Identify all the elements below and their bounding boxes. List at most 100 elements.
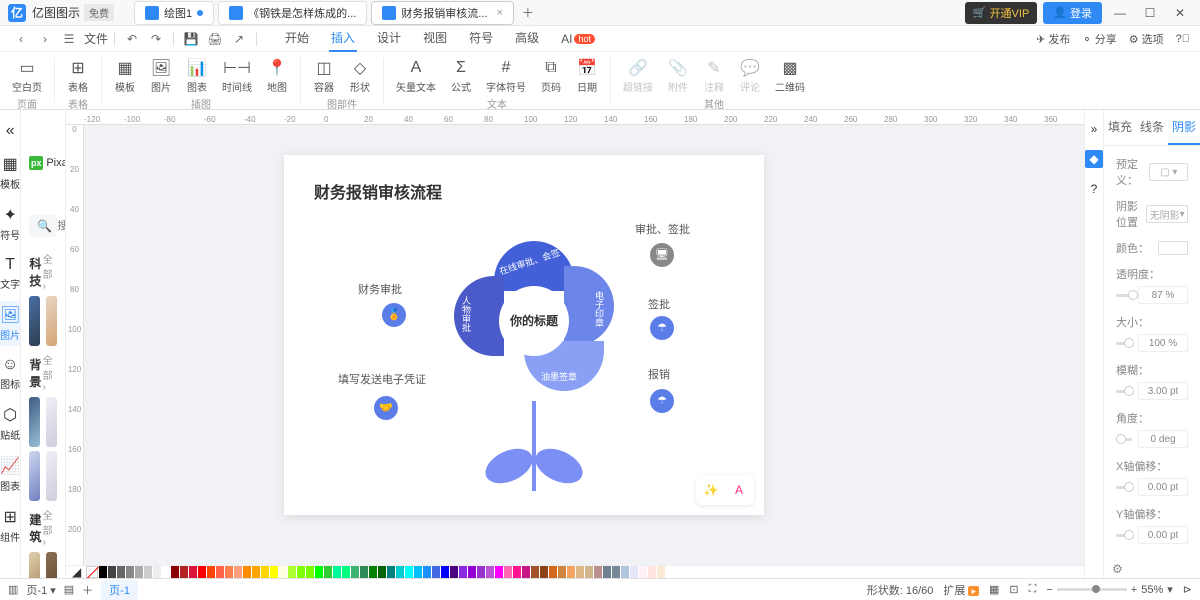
rail-sticker[interactable]: ⬡贴纸 xyxy=(0,401,20,446)
color-swatch[interactable] xyxy=(153,566,161,578)
ribbon-chart[interactable]: 📊图表 xyxy=(180,56,214,96)
color-swatch[interactable] xyxy=(108,566,116,578)
color-swatch[interactable] xyxy=(594,566,602,578)
publish-button[interactable]: ✈ 发布 xyxy=(1036,31,1070,47)
color-swatch[interactable] xyxy=(243,566,251,578)
print-button[interactable]: 🖨 xyxy=(204,28,226,50)
search-input[interactable] xyxy=(57,220,66,232)
color-swatch[interactable] xyxy=(432,566,440,578)
color-swatch[interactable] xyxy=(486,566,494,578)
magic-button[interactable]: ✨ xyxy=(700,479,722,501)
color-swatch[interactable] xyxy=(351,566,359,578)
angle-slider[interactable] xyxy=(1116,438,1132,441)
menu-tab-ai[interactable]: AIhot xyxy=(559,25,597,52)
pixabay-source[interactable]: pxPixabay® xyxy=(29,156,66,170)
vip-button[interactable]: 🛒 开通VIP xyxy=(965,2,1037,24)
fullscreen-icon[interactable]: ⛶ xyxy=(1029,583,1037,596)
xoffset-slider[interactable] xyxy=(1116,486,1132,489)
color-swatch[interactable] xyxy=(135,566,143,578)
ai-button[interactable]: A xyxy=(728,479,750,501)
view-all-button[interactable]: 全部 › xyxy=(43,507,57,548)
image-thumb[interactable] xyxy=(29,552,40,578)
color-swatch[interactable] xyxy=(459,566,467,578)
color-swatch[interactable] xyxy=(621,566,629,578)
rp-tab-shadow[interactable]: 阴影 xyxy=(1168,110,1200,145)
style-button[interactable]: ◆ xyxy=(1085,150,1103,168)
ring-segment[interactable] xyxy=(564,266,614,346)
save-button[interactable]: 💾 xyxy=(180,28,202,50)
ribbon-attachment[interactable]: 📎附件 xyxy=(661,56,695,96)
fit-icon[interactable]: ⊡ xyxy=(1009,583,1018,596)
add-page-button[interactable]: ＋ xyxy=(82,582,93,598)
color-swatch[interactable] xyxy=(576,566,584,578)
yoffset-slider[interactable] xyxy=(1116,534,1132,537)
zoom-slider[interactable] xyxy=(1057,588,1127,591)
color-swatch[interactable] xyxy=(171,566,179,578)
image-thumb[interactable] xyxy=(29,397,40,447)
back-button[interactable]: ‹ xyxy=(10,28,32,50)
image-thumb[interactable] xyxy=(46,296,57,346)
color-swatch[interactable] xyxy=(369,566,377,578)
color-swatch[interactable] xyxy=(288,566,296,578)
color-swatch[interactable] xyxy=(360,566,368,578)
search-box[interactable]: 🔍 xyxy=(29,215,57,237)
ribbon-formula[interactable]: Σ公式 xyxy=(444,56,478,96)
ribbon-hyperlink[interactable]: 🔗超链接 xyxy=(617,56,659,96)
redo-button[interactable]: ↷ xyxy=(145,28,167,50)
color-swatch[interactable] xyxy=(207,566,215,578)
color-swatch[interactable] xyxy=(306,566,314,578)
zoom-out-button[interactable]: − xyxy=(1046,584,1052,596)
color-swatch[interactable] xyxy=(657,566,665,578)
color-swatch[interactable] xyxy=(99,566,107,578)
size-slider[interactable] xyxy=(1116,342,1132,345)
color-swatch[interactable] xyxy=(450,566,458,578)
file-menu[interactable]: 文件 xyxy=(84,30,108,47)
file-tab-active[interactable]: 财务报销审核流...× xyxy=(371,1,514,25)
ribbon-template[interactable]: ▦模板 xyxy=(108,56,142,96)
opacity-slider[interactable] xyxy=(1116,294,1132,297)
rail-icon[interactable]: ☺图标 xyxy=(0,352,20,395)
color-swatch[interactable] xyxy=(225,566,233,578)
color-swatch[interactable] xyxy=(441,566,449,578)
color-swatch[interactable] xyxy=(396,566,404,578)
menu-tab-view[interactable]: 视图 xyxy=(421,25,449,52)
color-swatch[interactable] xyxy=(216,566,224,578)
new-tab-button[interactable]: ＋ xyxy=(518,3,538,23)
color-swatch[interactable] xyxy=(126,566,134,578)
color-swatch[interactable] xyxy=(162,566,170,578)
options-button[interactable]: ⚙ 选项 xyxy=(1129,31,1164,47)
ribbon-timeline[interactable]: ⊢⊣时间线 xyxy=(216,56,258,96)
view-all-button[interactable]: 全部 › xyxy=(43,352,57,393)
color-swatch[interactable] xyxy=(333,566,341,578)
menu-tab-design[interactable]: 设计 xyxy=(375,25,403,52)
color-swatch[interactable] xyxy=(585,566,593,578)
blur-slider[interactable] xyxy=(1116,390,1132,393)
color-swatch[interactable] xyxy=(531,566,539,578)
close-button[interactable]: ✕ xyxy=(1168,3,1192,23)
share-button[interactable]: ⚬ 分享 xyxy=(1082,31,1116,47)
color-swatch[interactable] xyxy=(612,566,620,578)
ribbon-blank-page[interactable]: ▭空白页 xyxy=(6,56,48,96)
menu-tab-symbol[interactable]: 符号 xyxy=(467,25,495,52)
image-thumb[interactable] xyxy=(29,451,40,501)
expand-button[interactable]: 扩展 ▸ xyxy=(943,582,979,598)
zoom-in-button[interactable]: + xyxy=(1131,584,1137,596)
rail-image[interactable]: 🖼图片 xyxy=(0,301,20,346)
rail-component[interactable]: ⊞组件 xyxy=(0,503,20,548)
file-tab[interactable]: 绘图1 xyxy=(134,1,214,25)
help-button[interactable]: ?⃝ xyxy=(1176,33,1190,45)
color-swatch[interactable] xyxy=(495,566,503,578)
color-swatch[interactable] xyxy=(414,566,422,578)
color-swatch[interactable] xyxy=(198,566,206,578)
color-swatch[interactable] xyxy=(513,566,521,578)
menu-tab-advanced[interactable]: 高级 xyxy=(513,25,541,52)
color-swatch[interactable] xyxy=(405,566,413,578)
ribbon-fontsymbol[interactable]: #字体符号 xyxy=(480,56,532,96)
color-swatch[interactable] xyxy=(468,566,476,578)
color-swatch[interactable] xyxy=(504,566,512,578)
page-selector[interactable]: 页-1 ▾ xyxy=(26,582,55,598)
color-swatch[interactable] xyxy=(522,566,530,578)
menu-icon[interactable]: ☰ xyxy=(58,28,80,50)
rp-tab-line[interactable]: 线条 xyxy=(1136,110,1168,145)
image-thumb[interactable] xyxy=(29,296,40,346)
